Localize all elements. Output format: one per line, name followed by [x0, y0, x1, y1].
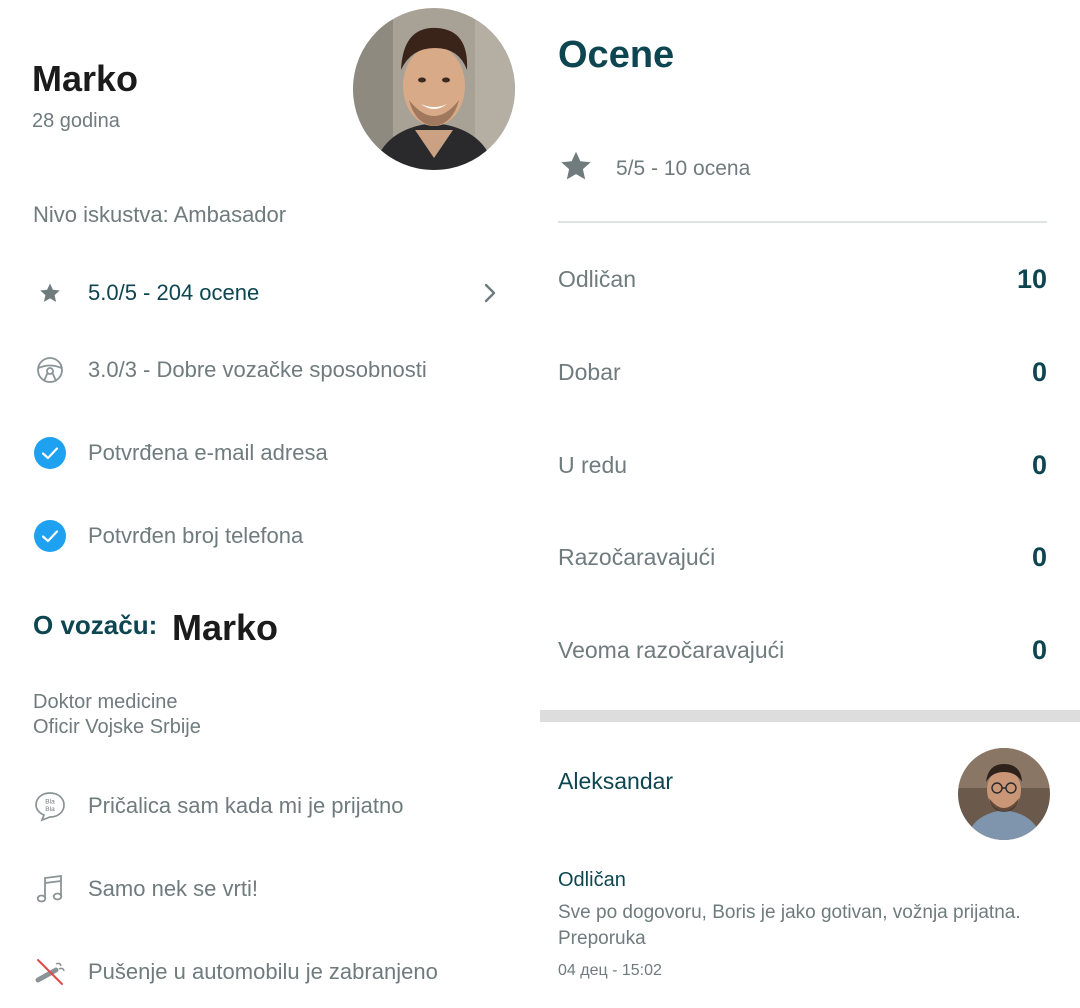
chat-pref-text: Pričalica sam kada mi je prijatno — [88, 793, 404, 818]
driver-avatar — [353, 8, 515, 170]
rating-breakdown-row: Razočaravajući 0 — [558, 540, 1047, 580]
rating-label: Dobar — [558, 359, 621, 385]
smoking-pref-text: Pušenje u automobilu je zabranjeno — [88, 959, 438, 984]
rating-count: 0 — [1031, 357, 1047, 387]
driving-skill-text: 3.0/3 - Dobre vozačke sposobnosti — [88, 357, 427, 382]
rating-breakdown-row: U redu 0 — [558, 448, 1047, 488]
email-verified-text: Potvrđena e-mail adresa — [88, 440, 328, 465]
reviewer-name[interactable]: Aleksandar — [558, 768, 673, 795]
driver-profile-panel: Marko 28 godina Nivo iskustva: Ambasador… — [0, 0, 540, 1008]
chevron-right-icon[interactable] — [478, 280, 502, 306]
music-pref-text: Samo nek se vrti! — [88, 876, 258, 901]
chat-pref-row: Bla Bla Pričalica sam kada mi je prijatno — [33, 788, 403, 824]
star-icon — [558, 148, 594, 189]
experience-level: Nivo iskustva: Ambasador — [33, 202, 287, 227]
music-note-icon — [33, 872, 67, 906]
smoking-pref-row: Pušenje u automobilu je zabranjeno — [33, 954, 438, 990]
review-date: 04 дец - 15:02 — [558, 962, 662, 979]
rating-count: 10 — [1016, 264, 1047, 294]
review-text: Sve po dogovoru, Boris je jako gotivan, … — [558, 902, 1021, 949]
rating-count: 0 — [1031, 542, 1047, 572]
about-line: Doktor medicine — [33, 691, 178, 713]
driver-age: 28 godina — [32, 110, 120, 132]
section-divider — [540, 710, 1080, 722]
rating-row[interactable]: 5.0/5 - 204 ocene — [33, 275, 259, 311]
rating-label: U redu — [558, 452, 628, 478]
ratings-title: Ocene — [558, 34, 675, 76]
ratings-panel: Ocene 5/5 - 10 ocena Odličan 10 Dobar 0 … — [540, 0, 1080, 1008]
reviewer-avatar[interactable] — [958, 748, 1050, 840]
rating-label: Odličan — [558, 266, 636, 292]
ratings-summary: 5/5 - 10 ocena — [558, 148, 750, 189]
ratings-summary-text: 5/5 - 10 ocena — [616, 156, 751, 180]
rating-count: 0 — [1031, 450, 1047, 480]
rating-label: Razočaravajući — [558, 544, 716, 570]
svg-text:Bla: Bla — [45, 806, 55, 813]
blabla-chat-icon: Bla Bla — [33, 789, 67, 823]
rating-breakdown-row: Odličan 10 — [558, 262, 1047, 302]
phone-verified-text: Potvrđen broj telefona — [88, 523, 304, 548]
about-driver-name: Marko — [172, 607, 279, 648]
check-circle-icon — [33, 519, 67, 553]
about-driver-title: O vozaču: — [33, 610, 158, 640]
rating-label: Veoma razočaravajući — [558, 637, 785, 663]
check-circle-icon — [33, 436, 67, 470]
rating-breakdown-row: Dobar 0 — [558, 355, 1047, 395]
rating-breakdown-row: Veoma razočaravajući 0 — [558, 633, 1047, 673]
driver-name: Marko — [32, 58, 139, 99]
no-smoking-icon — [33, 955, 67, 989]
review-rating: Odličan — [558, 869, 626, 891]
music-pref-row: Samo nek se vrti! — [33, 871, 258, 907]
rating-text: 5.0/5 - 204 ocene — [88, 280, 260, 305]
svg-text:Bla: Bla — [45, 799, 55, 806]
email-verified-row: Potvrđena e-mail adresa — [33, 435, 328, 471]
about-line: Oficir Vojske Srbije — [33, 716, 201, 738]
rating-count: 0 — [1031, 635, 1047, 665]
driving-skill-row: 3.0/3 - Dobre vozačke sposobnosti — [33, 352, 427, 388]
phone-verified-row: Potvrđen broj telefona — [33, 518, 303, 554]
steering-wheel-icon — [33, 353, 67, 387]
divider — [558, 221, 1047, 223]
star-icon — [33, 276, 67, 310]
